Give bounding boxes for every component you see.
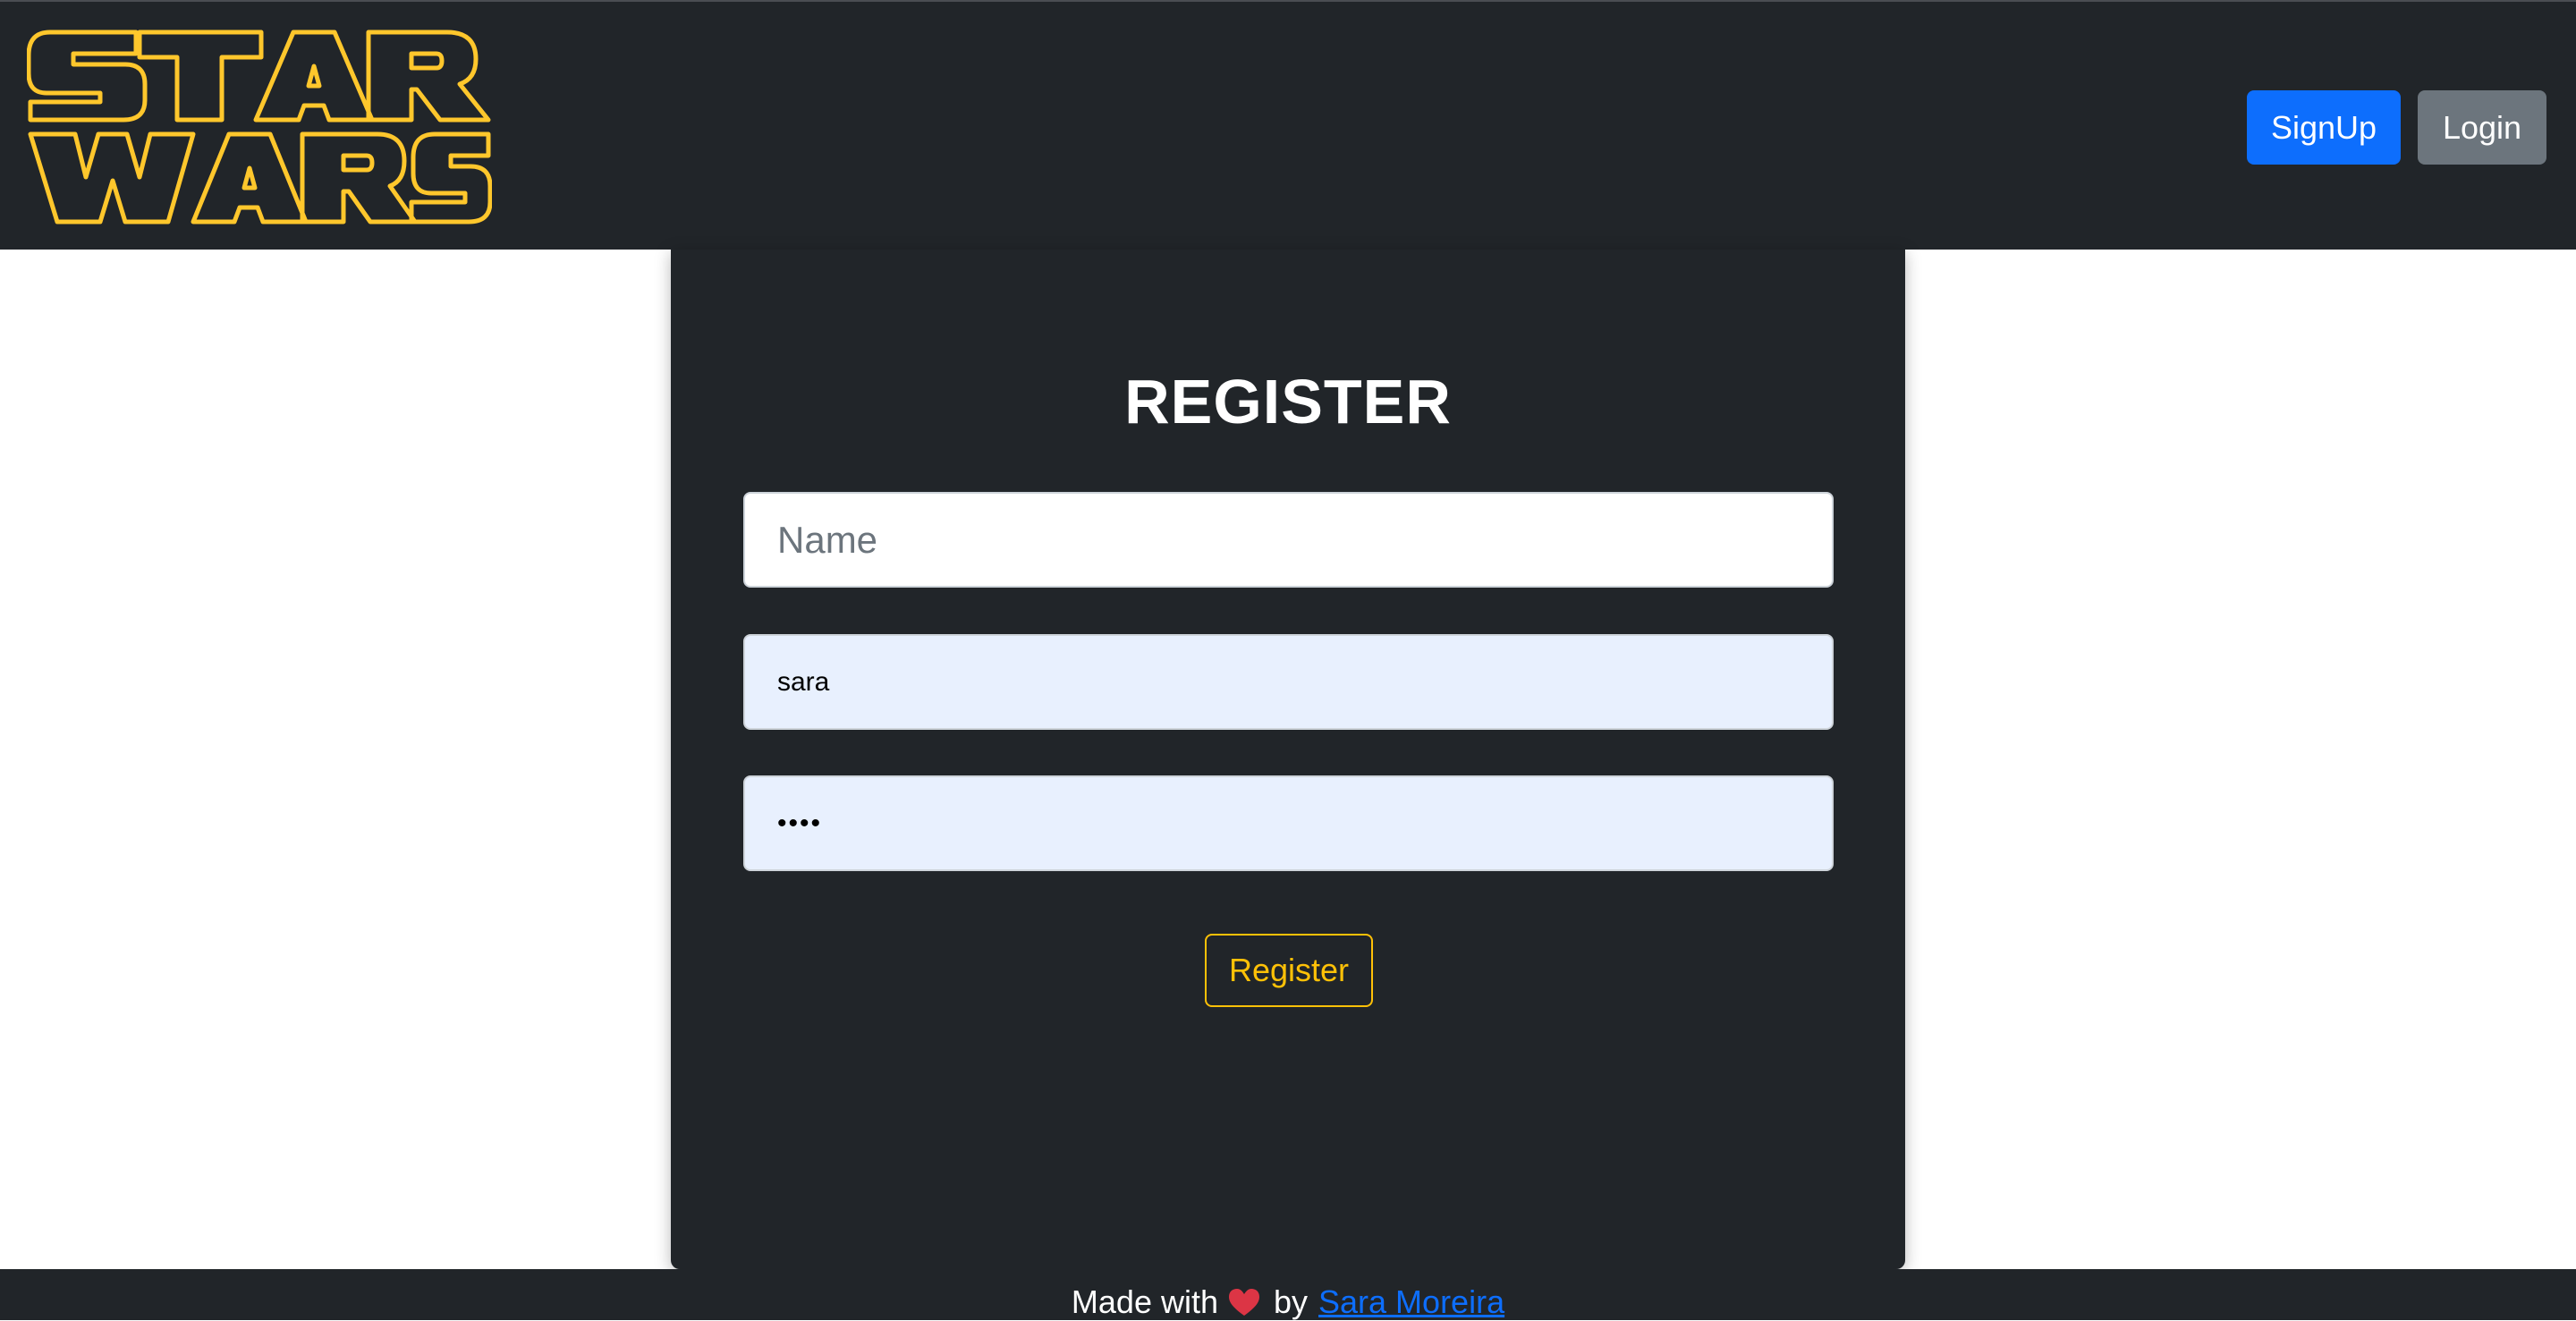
name-input[interactable] xyxy=(743,492,1834,588)
page-title: REGISTER xyxy=(1124,367,1452,436)
register-button[interactable]: Register xyxy=(1205,934,1373,1007)
author-link[interactable]: Sara Moreira xyxy=(1318,1283,1504,1321)
footer-by: by xyxy=(1273,1283,1309,1320)
star-wars-logo[interactable] xyxy=(27,27,492,229)
login-button[interactable]: Login xyxy=(2418,90,2546,165)
username-input[interactable] xyxy=(743,634,1834,730)
navbar: SignUp Login xyxy=(0,0,2576,250)
register-card: REGISTER Register xyxy=(671,250,1905,1269)
heart-icon xyxy=(1227,1287,1261,1317)
password-input[interactable] xyxy=(743,775,1834,871)
footer: Made with by Sara Moreira xyxy=(0,1269,2576,1320)
signup-button[interactable]: SignUp xyxy=(2247,90,2401,165)
footer-made-with: Made with xyxy=(1071,1283,1218,1320)
